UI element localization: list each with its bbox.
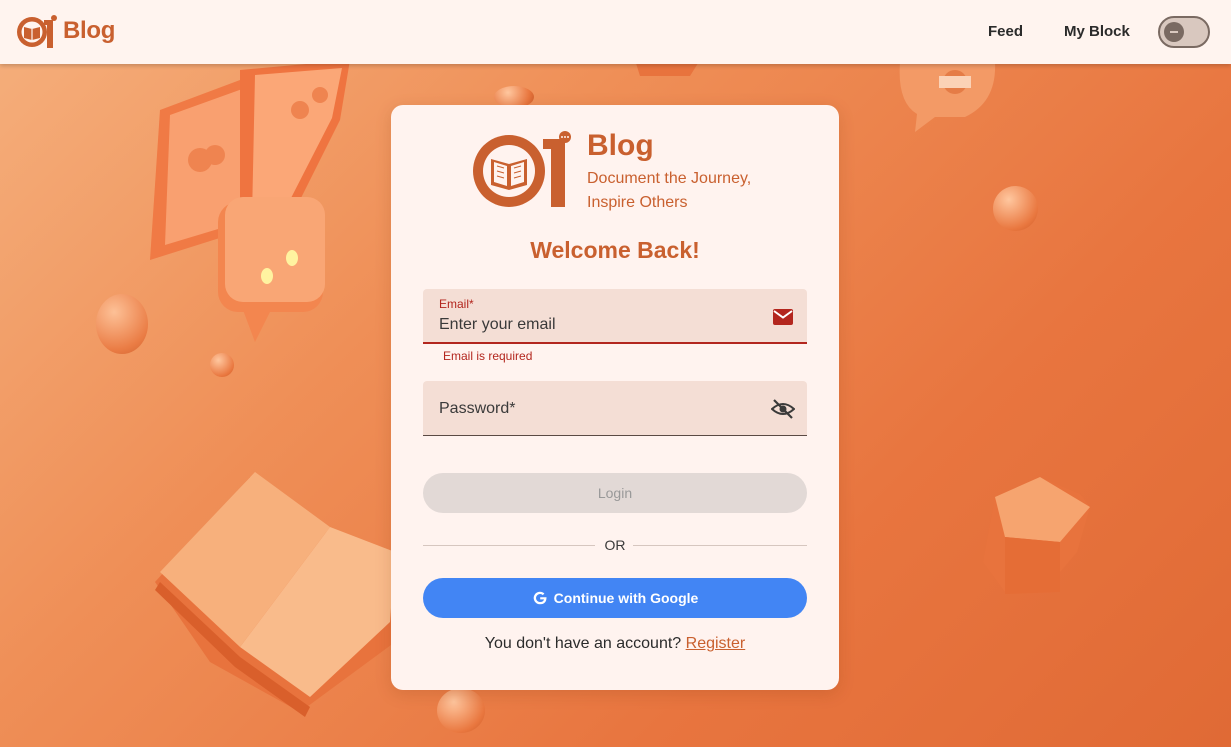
card-brand: Blog Document the Journey, Inspire Other… (587, 129, 787, 215)
register-link[interactable]: Register (686, 635, 746, 652)
brand-tagline: Document the Journey, Inspire Others (587, 170, 752, 211)
logo-icon (473, 131, 571, 207)
google-icon (533, 591, 547, 605)
email-label: Email* (439, 297, 474, 311)
divider-right (633, 545, 807, 546)
chat-bubble-eyes-decoration (218, 197, 325, 342)
speech-bubble-decoration (899, 62, 996, 132)
password-field[interactable]: Password* (423, 381, 807, 436)
google-button-label: Continue with Google (553, 590, 699, 606)
top-app-bar: Blog Feed My Block (0, 0, 1231, 64)
brand[interactable]: Blog (16, 14, 115, 48)
google-signin-button[interactable]: Continue with Google (423, 578, 807, 618)
email-error-text: Email is required (443, 349, 533, 363)
login-button[interactable]: Login (423, 473, 807, 513)
card-brand-title: Blog (587, 129, 654, 162)
brand-name: Blog (63, 17, 116, 44)
logo-icon (17, 15, 57, 48)
register-prompt: You don't have an account? (484, 635, 682, 652)
password-label: Password* (439, 400, 516, 417)
eye-off-icon[interactable] (771, 397, 795, 421)
toggle-knob (1164, 22, 1184, 42)
mail-icon (773, 309, 793, 325)
hexagon-decoration (983, 477, 1090, 594)
email-field[interactable]: Email* (423, 289, 807, 344)
welcome-heading: Welcome Back! (530, 237, 700, 263)
login-card: Blog Document the Journey, Inspire Other… (391, 105, 839, 690)
open-book-decoration (155, 472, 395, 717)
theme-toggle[interactable] (1158, 16, 1210, 48)
nav-feed-link[interactable]: Feed (988, 23, 1023, 40)
email-input[interactable] (439, 316, 739, 334)
nav-my-block-link[interactable]: My Block (1064, 23, 1130, 40)
register-prompt-line: You don't have an account? Register (391, 635, 839, 653)
